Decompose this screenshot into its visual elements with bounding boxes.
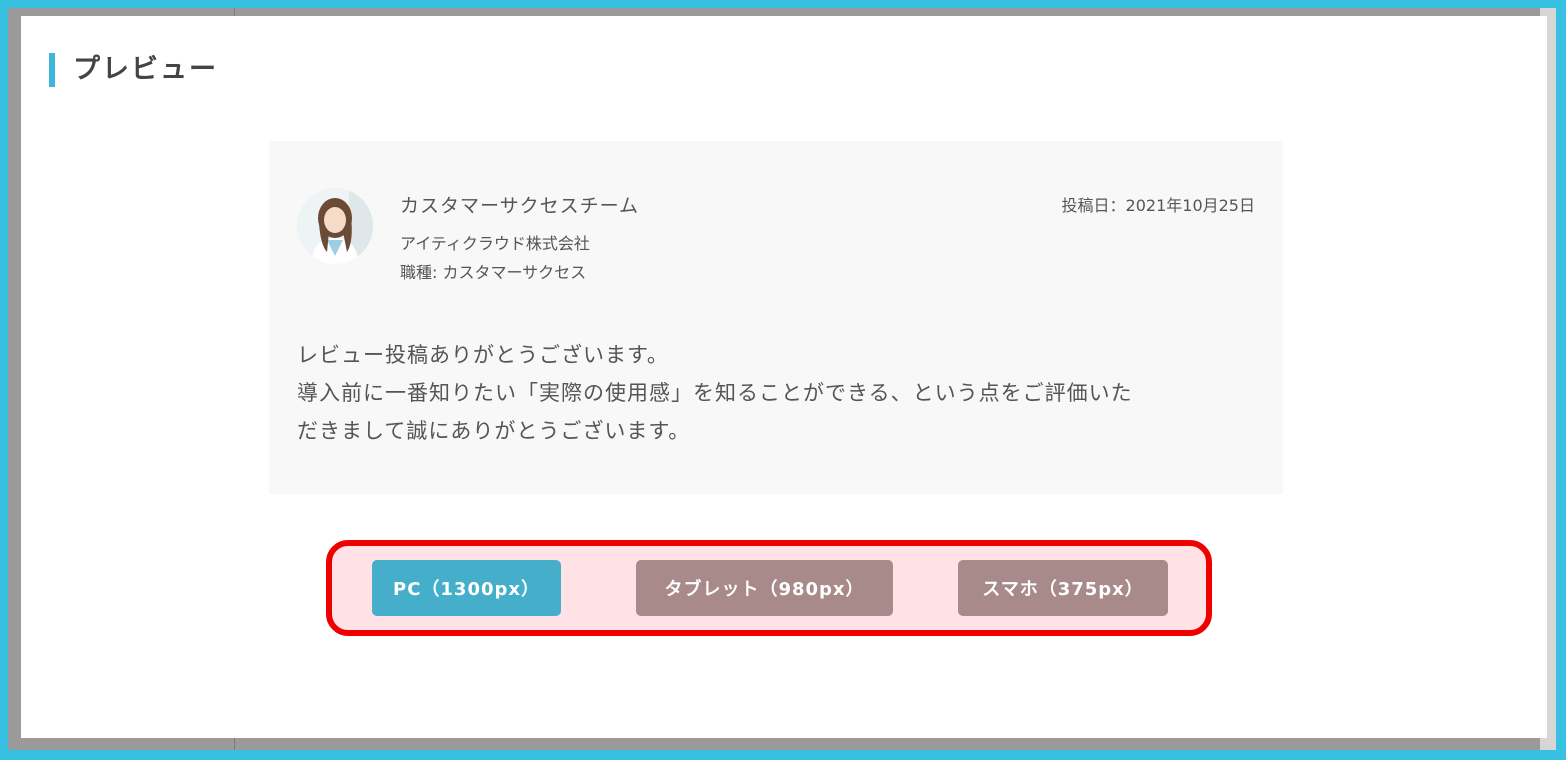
avatar-photo-icon bbox=[297, 188, 373, 264]
author-name: カスタマーサクセスチーム bbox=[400, 195, 640, 217]
smartphone-preview-button[interactable]: スマホ（375px） bbox=[958, 560, 1168, 616]
review-card: カスタマーサクセスチーム アイティクラウド株式会社 職種: カスタマーサクセス … bbox=[269, 141, 1283, 494]
modal-title: プレビュー bbox=[49, 53, 218, 87]
review-line: レビュー投稿ありがとうございます。 bbox=[297, 343, 669, 367]
tablet-preview-button[interactable]: タブレット（980px） bbox=[636, 560, 893, 616]
author-role: 職種: カスタマーサクセス bbox=[400, 263, 587, 282]
pc-preview-button[interactable]: PC（1300px） bbox=[372, 560, 561, 616]
post-date: 投稿日：2021年10月25日 bbox=[1061, 196, 1255, 215]
screenshot-frame: プレビュー カスタマーサクセスチーム アイティクラウド株式会社 職種: カスタマ… bbox=[8, 8, 1556, 750]
device-button-highlight: PC（1300px） タブレット（980px） スマホ（375px） bbox=[326, 540, 1212, 636]
review-body: レビュー投稿ありがとうございます。 導入前に一番知りたい「実際の使用感」を知るこ… bbox=[297, 336, 1257, 450]
preview-modal: プレビュー カスタマーサクセスチーム アイティクラウド株式会社 職種: カスタマ… bbox=[21, 16, 1547, 738]
review-line: 導入前に一番知りたい「実際の使用感」を知ることができる、という点をご評価いた bbox=[297, 381, 1133, 405]
author-company: アイティクラウド株式会社 bbox=[400, 234, 590, 253]
author-avatar bbox=[297, 188, 373, 264]
review-line: だきまして誠にありがとうございます。 bbox=[297, 419, 691, 443]
